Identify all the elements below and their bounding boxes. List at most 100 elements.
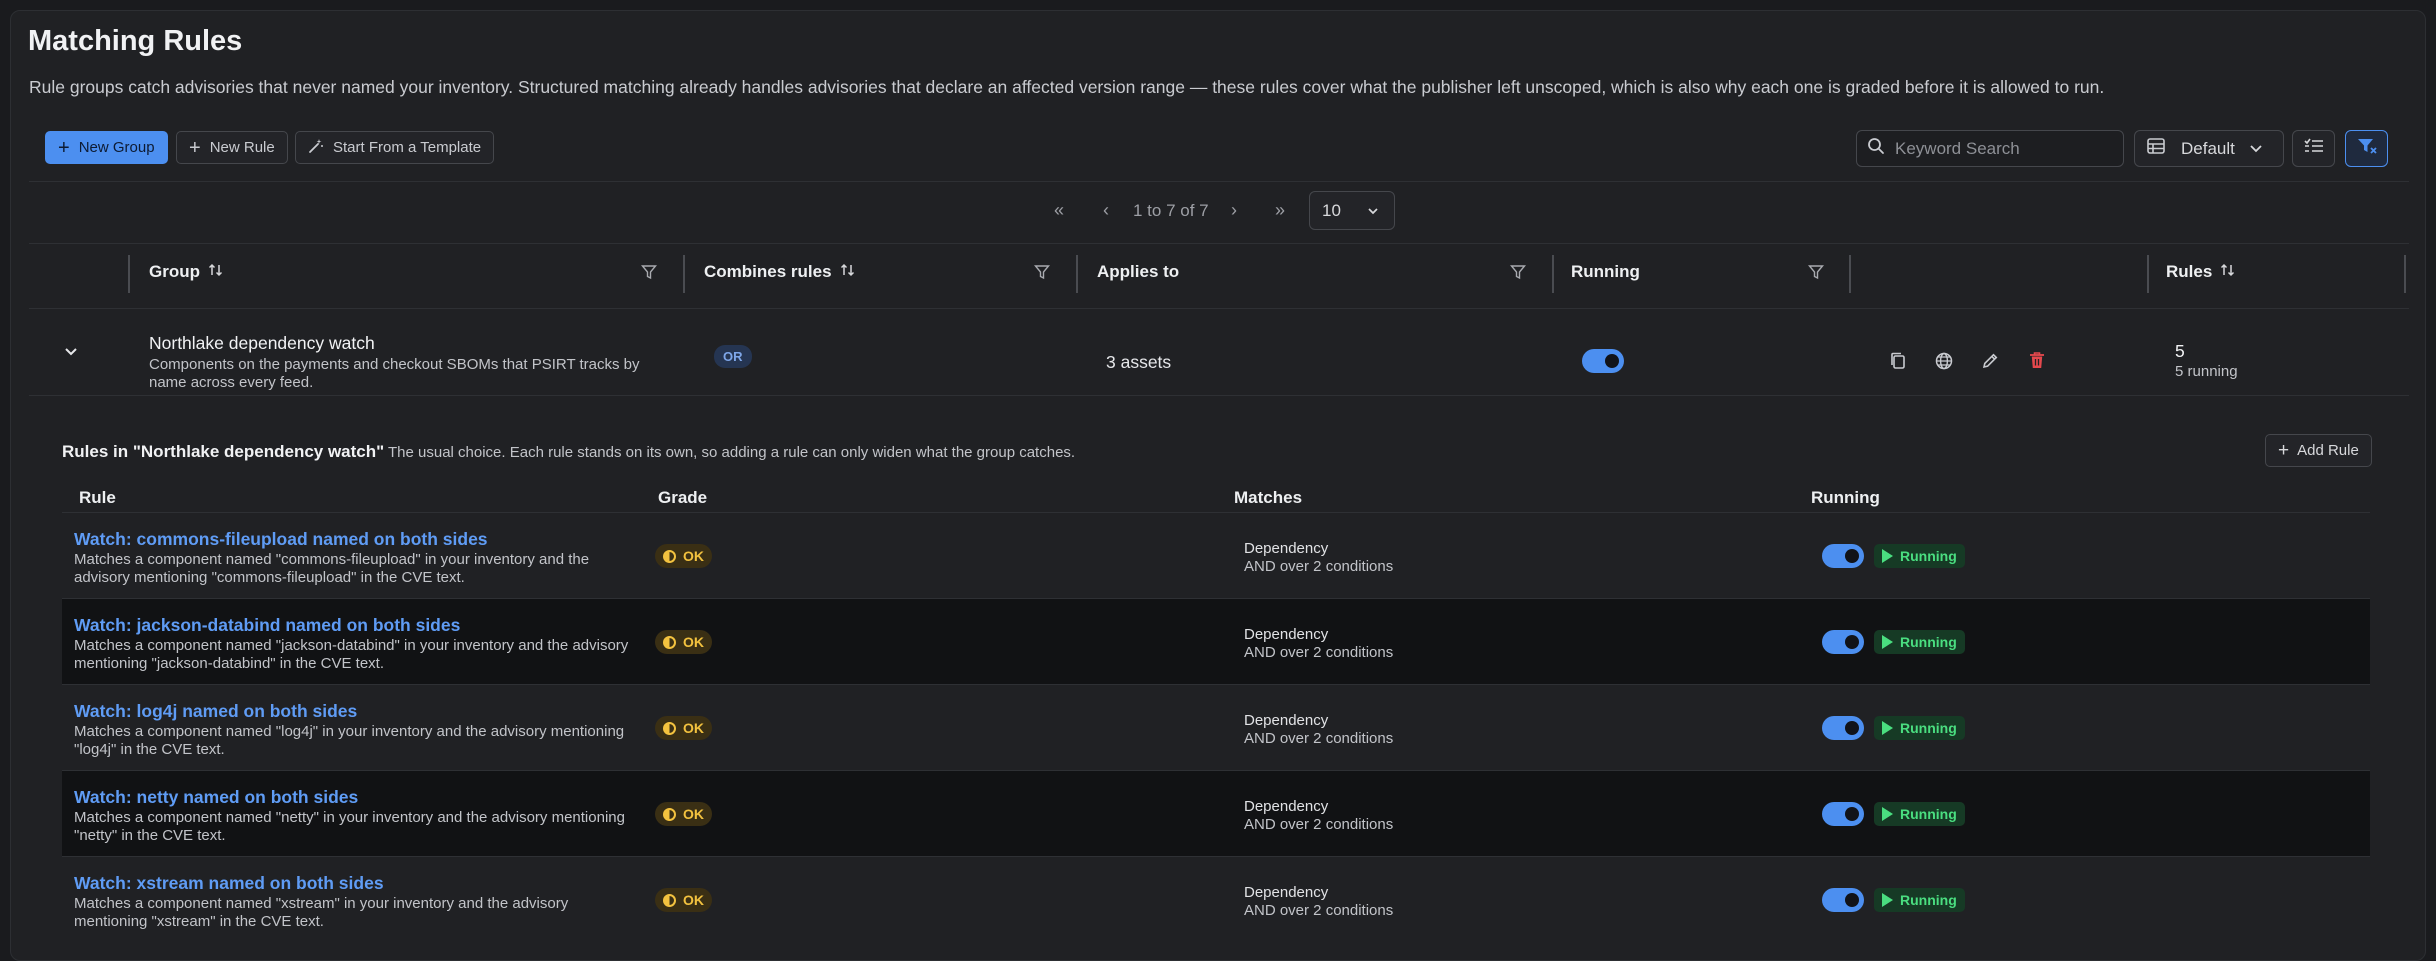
subtable-note: The usual choice. Each rule stands on it… — [388, 444, 1076, 461]
rules-header-label: Rules — [2166, 262, 2213, 281]
view-select[interactable]: Default — [2134, 130, 2284, 167]
rule-running-toggle[interactable] — [1822, 888, 1864, 912]
add-rule-button[interactable]: + Add Rule — [2265, 434, 2372, 467]
matching-rules-panel: Matching Rules Rule groups catch advisor… — [10, 10, 2426, 961]
rule-running-toggle[interactable] — [1822, 544, 1864, 568]
page-size-select[interactable]: 10 — [1309, 191, 1395, 230]
rule-row[interactable]: Watch: commons-fileupload named on both … — [62, 512, 2370, 598]
filter-icon[interactable] — [1510, 264, 1526, 285]
filter-icon[interactable] — [641, 264, 657, 285]
delete-icon[interactable] — [2028, 351, 2046, 375]
divider — [29, 395, 2409, 396]
column-separator — [1552, 255, 1554, 293]
rules-count: 5 — [2175, 341, 2185, 361]
rule-description: Matches a component named "netty" in you… — [74, 809, 625, 844]
running-label: Running — [1900, 548, 1957, 564]
search-placeholder: Keyword Search — [1895, 138, 2020, 158]
play-icon — [1882, 807, 1893, 821]
grade-badge: OK — [655, 802, 712, 826]
applies-to-value: 3 assets — [1106, 352, 1172, 372]
column-header-combines[interactable]: Combines rules — [704, 262, 855, 282]
grade-value: OK — [683, 806, 704, 822]
rule-row[interactable]: Watch: jackson-databind named on both si… — [62, 598, 2370, 684]
applies-header-label: Applies to — [1097, 262, 1180, 281]
rule-column-header: Rule — [79, 488, 116, 507]
new-group-button[interactable]: + New Group — [45, 131, 168, 164]
running-column-header: Running — [1811, 488, 1880, 507]
rule-running-toggle[interactable] — [1822, 716, 1864, 740]
column-header-rules[interactable]: Rules — [2166, 262, 2235, 282]
page-size-value: 10 — [1322, 200, 1341, 220]
edit-icon[interactable] — [1981, 352, 1999, 375]
list-check-icon — [2303, 138, 2324, 159]
group-header-label: Group — [149, 262, 200, 281]
half-circle-icon — [663, 721, 676, 735]
keyword-search-input[interactable]: Keyword Search — [1856, 130, 2124, 167]
running-status-badge: Running — [1874, 802, 1965, 826]
view-label: Default — [2181, 138, 2235, 158]
grade-value: OK — [683, 892, 704, 908]
combine-badge: OR — [714, 345, 752, 368]
match-detail: AND over 2 conditions — [1244, 730, 1394, 747]
sort-icon — [2220, 262, 2235, 282]
match-detail: AND over 2 conditions — [1244, 644, 1394, 661]
rule-row[interactable]: Watch: xstream named on both sides Match… — [62, 856, 2370, 942]
grade-column-header: Grade — [658, 488, 708, 507]
column-separator — [1076, 255, 1078, 293]
filter-clear-button[interactable] — [2345, 130, 2388, 167]
running-label: Running — [1900, 806, 1957, 822]
match-type: Dependency — [1244, 626, 1329, 643]
rule-description: Matches a component named "log4j" in you… — [74, 723, 625, 758]
sort-icon — [208, 262, 223, 282]
new-rule-button[interactable]: + New Rule — [176, 131, 288, 164]
grade-badge: OK — [655, 888, 712, 912]
start-from-template-button[interactable]: Start From a Template — [295, 131, 495, 164]
globe-icon[interactable] — [1935, 352, 1953, 375]
first-page-button[interactable]: « — [1054, 200, 1064, 221]
page-description: Rule groups catch advisories that never … — [29, 77, 2105, 97]
group-row[interactable]: Northlake dependency watch Components on… — [29, 309, 2409, 395]
rule-running-toggle[interactable] — [1822, 802, 1864, 826]
grade-value: OK — [683, 548, 704, 564]
column-header-applies[interactable]: Applies to — [1097, 262, 1179, 282]
rule-row[interactable]: Watch: log4j named on both sides Matches… — [62, 684, 2370, 770]
prev-page-button[interactable]: ‹ — [1103, 200, 1109, 221]
rule-name-link[interactable]: Watch: commons-fileupload named on both … — [74, 529, 488, 550]
half-circle-icon — [663, 807, 676, 821]
play-icon — [1882, 549, 1893, 563]
sort-icon — [840, 262, 855, 282]
new-rule-label: New Rule — [209, 139, 275, 156]
play-icon — [1882, 893, 1893, 907]
column-header-running[interactable]: Running — [1571, 262, 1640, 282]
grade-badge: OK — [655, 630, 712, 654]
rule-row[interactable]: Watch: netty named on both sides Matches… — [62, 770, 2370, 856]
columns-toggle-button[interactable] — [2292, 130, 2335, 167]
match-type: Dependency — [1244, 884, 1329, 901]
rule-running-toggle[interactable] — [1822, 630, 1864, 654]
running-label: Running — [1900, 720, 1957, 736]
filter-icon — [2357, 137, 2377, 160]
rule-description: Matches a component named "xstream" in y… — [74, 895, 569, 930]
group-running-toggle[interactable] — [1582, 349, 1624, 373]
chevron-down-icon[interactable] — [63, 345, 79, 363]
running-header-label: Running — [1571, 262, 1640, 281]
grade-badge: OK — [655, 716, 712, 740]
copy-icon[interactable] — [1889, 352, 1907, 375]
column-header-group[interactable]: Group — [149, 262, 223, 282]
rules-running-count: 5 running — [2175, 363, 2238, 380]
matches-column-header: Matches — [1234, 488, 1303, 507]
filter-icon[interactable] — [1034, 264, 1050, 285]
page-range: 1 to 7 of 7 — [1133, 201, 1209, 220]
rule-name-link[interactable]: Watch: netty named on both sides — [74, 787, 358, 808]
running-label: Running — [1900, 892, 1957, 908]
running-label: Running — [1900, 634, 1957, 650]
rule-name-link[interactable]: Watch: jackson-databind named on both si… — [74, 615, 460, 636]
filter-icon[interactable] — [1808, 264, 1824, 285]
last-page-button[interactable]: » — [1275, 200, 1285, 221]
search-icon — [1867, 137, 1885, 160]
next-page-button[interactable]: › — [1231, 200, 1237, 221]
rule-name-link[interactable]: Watch: log4j named on both sides — [74, 701, 357, 722]
match-type: Dependency — [1244, 712, 1329, 729]
rule-name-link[interactable]: Watch: xstream named on both sides — [74, 873, 384, 894]
grade-badge: OK — [655, 544, 712, 568]
